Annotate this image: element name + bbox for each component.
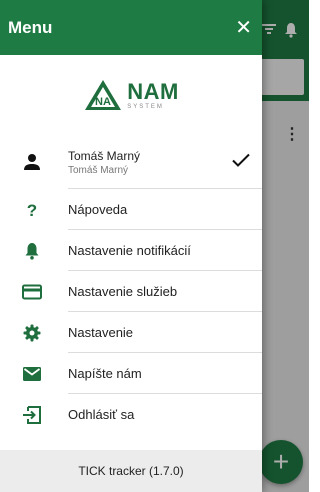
credit-card-icon: [22, 282, 42, 302]
menu-item-logout[interactable]: Odhlásiť sa: [0, 394, 262, 435]
svg-text:?: ?: [27, 201, 37, 219]
menu-item-contact[interactable]: Napíšte nám: [0, 353, 262, 394]
logo-mark-icon: NA: [85, 80, 122, 110]
app-version-footer: TICK tracker (1.7.0): [0, 450, 262, 492]
mail-icon: [22, 364, 42, 384]
menu-item-label: Nastavenie: [68, 325, 134, 340]
logo-main-text: NAM: [127, 78, 179, 104]
menu-item-services[interactable]: Nastavenie služieb: [0, 271, 262, 312]
nam-system-logo: NA NAM SYSTEM: [83, 78, 179, 112]
user-account-item[interactable]: Tomáš Marný Tomáš Marný: [0, 135, 262, 189]
check-icon: [232, 153, 250, 171]
menu-item-notifications[interactable]: Nastavenie notifikácií: [0, 230, 262, 271]
menu-item-help[interactable]: ? Nápoveda: [0, 189, 262, 230]
help-icon: ?: [22, 200, 42, 220]
navigation-drawer: Menu ✕ NA NAM SYSTEM Tomáš Marný Tomáš M…: [0, 0, 262, 492]
user-subtitle: Tomáš Marný: [68, 164, 129, 176]
logo-sub-text: SYSTEM: [127, 103, 164, 110]
menu-item-label: Napíšte nám: [68, 366, 142, 381]
drawer-header: Menu ✕: [0, 0, 262, 55]
close-button[interactable]: ✕: [235, 18, 252, 38]
menu-item-settings[interactable]: Nastavenie: [0, 312, 262, 353]
drawer-title: Menu: [8, 17, 53, 37]
menu-item-label: Nastavenie služieb: [68, 284, 178, 299]
logout-icon: [22, 405, 42, 425]
menu-item-label: Odhlásiť sa: [68, 407, 135, 422]
menu-item-label: Nastavenie notifikácií: [68, 243, 191, 258]
drawer-menu: Tomáš Marný Tomáš Marný ? Nápoveda Nasta…: [0, 135, 262, 435]
svg-text:NA: NA: [95, 96, 111, 108]
gear-icon: [22, 323, 42, 343]
menu-item-label: Nápoveda: [68, 202, 128, 217]
bell-icon: [22, 241, 42, 261]
person-icon: [22, 152, 42, 172]
user-name: Tomáš Marný: [68, 148, 141, 163]
logo-area: NA NAM SYSTEM: [0, 55, 262, 135]
